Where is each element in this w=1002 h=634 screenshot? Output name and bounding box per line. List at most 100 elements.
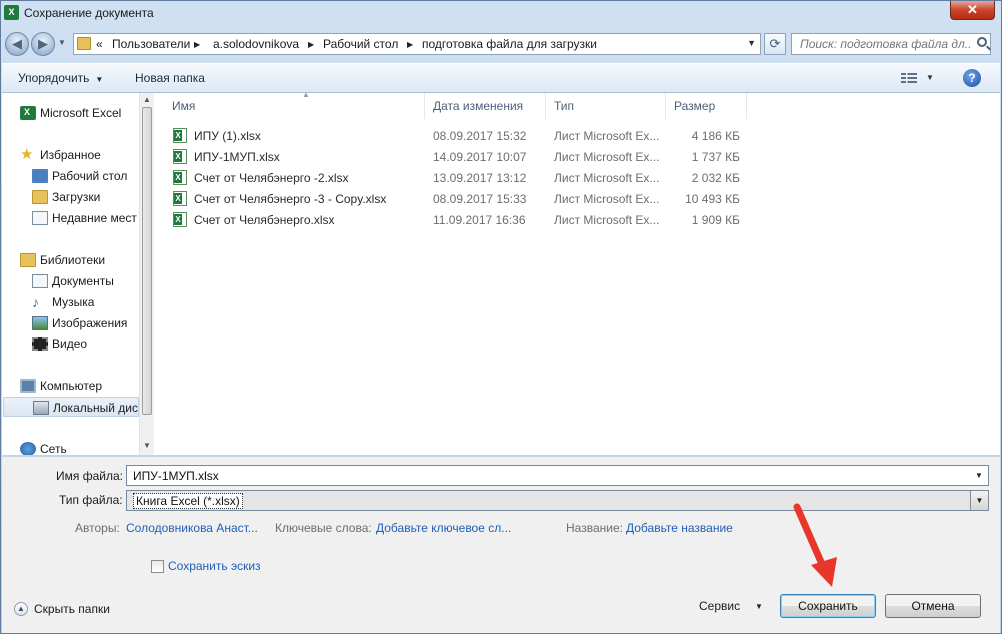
back-button[interactable]: ◀: [5, 32, 29, 56]
recent-pages-dropdown[interactable]: ▼: [58, 38, 66, 47]
file-date: 14.09.2017 10:07: [433, 150, 527, 164]
file-row[interactable]: ИПУ (1).xlsx 08.09.2017 15:32 Лист Micro…: [170, 125, 770, 146]
excel-icon: [20, 106, 36, 120]
file-type: Лист Microsoft Ex...: [554, 213, 660, 227]
column-header-date[interactable]: Дата изменения: [426, 93, 546, 119]
breadcrumb-users[interactable]: Пользователи: [112, 37, 190, 51]
tags-field[interactable]: Добавьте ключевое сл...: [376, 521, 511, 535]
nav-item-label: Библиотеки: [40, 253, 106, 267]
breadcrumb-current-folder[interactable]: подготовка файла для загрузки: [422, 37, 597, 51]
filename-field[interactable]: ИПУ-1МУП.xlsx ▼: [126, 465, 989, 486]
tools-dropdown-icon[interactable]: ▼: [755, 602, 763, 611]
libraries-icon: [20, 253, 36, 267]
filetype-label: Тип файла:: [59, 493, 123, 507]
window-title: Сохранение документа: [24, 6, 154, 20]
nav-item-label: Музыка: [52, 295, 95, 309]
folder-icon: [77, 37, 91, 50]
excel-file-icon: [173, 170, 187, 185]
filetype-dropdown-icon[interactable]: ▼: [970, 491, 988, 510]
file-type: Лист Microsoft Ex...: [554, 171, 660, 185]
breadcrumb-overflow[interactable]: «: [96, 37, 103, 51]
file-name: ИПУ-1МУП.xlsx: [194, 150, 280, 164]
tags-label: Ключевые слова:: [275, 521, 372, 535]
cancel-button[interactable]: Отмена: [885, 594, 981, 618]
file-row[interactable]: Счет от Челябэнерго -2.xlsx 13.09.2017 1…: [170, 167, 770, 188]
scroll-up-icon[interactable]: ▲: [143, 95, 151, 104]
save-thumbnail-label[interactable]: Сохранить эскиз: [168, 559, 261, 573]
file-date: 11.09.2017 16:36: [433, 213, 526, 227]
breadcrumb-separator-icon[interactable]: ▶: [194, 40, 200, 49]
title-field[interactable]: Добавьте название: [626, 521, 733, 535]
file-name: Счет от Челябэнерго -2.xlsx: [194, 171, 349, 185]
filetype-value[interactable]: Книга Excel (*.xlsx): [133, 493, 243, 509]
nav-item-label: Сеть: [40, 442, 67, 455]
file-size: 2 032 КБ: [691, 171, 740, 185]
title-bar: X Сохранение документа ✕: [1, 1, 1001, 27]
save-thumbnail-checkbox[interactable]: [151, 560, 164, 573]
file-date: 08.09.2017 15:33: [433, 192, 527, 206]
file-row[interactable]: ИПУ-1МУП.xlsx 14.09.2017 10:07 Лист Micr…: [170, 146, 770, 167]
refresh-button[interactable]: ⟳: [764, 33, 786, 55]
column-header-name[interactable]: Имя ▲: [165, 90, 425, 119]
file-date: 13.09.2017 13:12: [433, 171, 527, 185]
chevron-up-icon[interactable]: ▲: [14, 602, 28, 616]
nav-item-label: Рабочий стол: [52, 169, 128, 183]
film-icon: [32, 337, 48, 351]
column-label: Тип: [554, 99, 575, 113]
file-name: ИПУ (1).xlsx: [194, 129, 261, 143]
search-icon[interactable]: [977, 37, 987, 47]
filename-value[interactable]: ИПУ-1МУП.xlsx: [133, 469, 219, 483]
file-list-pane: Имя ▲ Дата изменения Тип Размер ИПУ (1).…: [154, 90, 1000, 455]
file-name: Счет от Челябэнерго -3 - Copy.xlsx: [194, 192, 387, 206]
nav-item-label: Изображения: [52, 316, 128, 330]
new-folder-button[interactable]: Новая папка: [135, 71, 205, 85]
column-label: Размер: [674, 99, 716, 113]
filename-dropdown-icon[interactable]: ▼: [970, 466, 988, 485]
browser-panes: Microsoft Excel ★ Избранное Рабочий стол…: [2, 90, 1000, 455]
save-button[interactable]: Сохранить: [780, 594, 876, 618]
computer-icon: [20, 379, 36, 393]
breadcrumb-separator-icon[interactable]: ▶: [308, 40, 314, 49]
nav-item-label: Microsoft Excel: [40, 106, 122, 120]
hide-folders-button[interactable]: Скрыть папки: [34, 602, 110, 616]
breadcrumb-separator-icon[interactable]: ▶: [407, 40, 413, 49]
tools-menu-button[interactable]: Сервис: [699, 599, 740, 613]
sort-ascending-icon: ▲: [302, 90, 310, 99]
scroll-down-icon[interactable]: ▼: [143, 441, 151, 450]
column-header-size[interactable]: Размер: [667, 93, 747, 119]
help-icon[interactable]: ?: [963, 69, 981, 87]
search-box[interactable]: [791, 33, 991, 55]
file-size: 4 186 КБ: [691, 129, 740, 143]
address-bar[interactable]: « Пользователи ▶ a.solodovnikova ▶ Рабоч…: [73, 33, 761, 55]
file-date: 08.09.2017 15:32: [433, 129, 527, 143]
column-header-type[interactable]: Тип: [547, 93, 666, 119]
address-dropdown-icon[interactable]: ▼: [747, 38, 756, 48]
file-size: 1 737 КБ: [691, 150, 740, 164]
file-row[interactable]: Счет от Челябэнерго.xlsx 11.09.2017 16:3…: [170, 209, 770, 230]
navigation-scrollbar[interactable]: ▲ ▼: [139, 93, 154, 455]
view-options-icon[interactable]: [901, 73, 917, 85]
recent-places-icon: [32, 211, 48, 225]
organize-button[interactable]: Упорядочить ▼: [18, 71, 103, 85]
desktop-icon: [32, 169, 48, 183]
close-button[interactable]: ✕: [950, 1, 995, 20]
save-dialog-window: X Сохранение документа ✕ ◀ ▶ ▼ « Пользов…: [0, 0, 1002, 634]
authors-field[interactable]: Солодовникова Анаст...: [126, 521, 258, 535]
forward-button[interactable]: ▶: [31, 32, 55, 56]
file-row[interactable]: Счет от Челябэнерго -3 - Copy.xlsx 08.09…: [170, 188, 770, 209]
organize-label: Упорядочить: [18, 71, 90, 85]
excel-file-icon: [173, 191, 187, 206]
filetype-select[interactable]: Книга Excel (*.xlsx) ▼: [126, 490, 989, 511]
address-row: ◀ ▶ ▼ « Пользователи ▶ a.solodovnikova ▶…: [1, 29, 1001, 59]
nav-item-label: Видео: [52, 337, 88, 351]
nav-item-local-disk[interactable]: Локальный дис: [3, 397, 139, 417]
nav-item-label: Избранное: [40, 148, 101, 162]
music-note-icon: ♪: [32, 294, 39, 310]
scrollbar-thumb[interactable]: [142, 107, 152, 415]
search-input[interactable]: [792, 34, 972, 54]
file-size: 1 909 КБ: [691, 213, 740, 227]
breadcrumb-user[interactable]: a.solodovnikova: [213, 37, 299, 51]
command-toolbar: Упорядочить ▼ Новая папка ▼ ?: [2, 63, 1000, 93]
view-dropdown-icon[interactable]: ▼: [926, 73, 934, 82]
breadcrumb-desktop[interactable]: Рабочий стол: [323, 37, 398, 51]
